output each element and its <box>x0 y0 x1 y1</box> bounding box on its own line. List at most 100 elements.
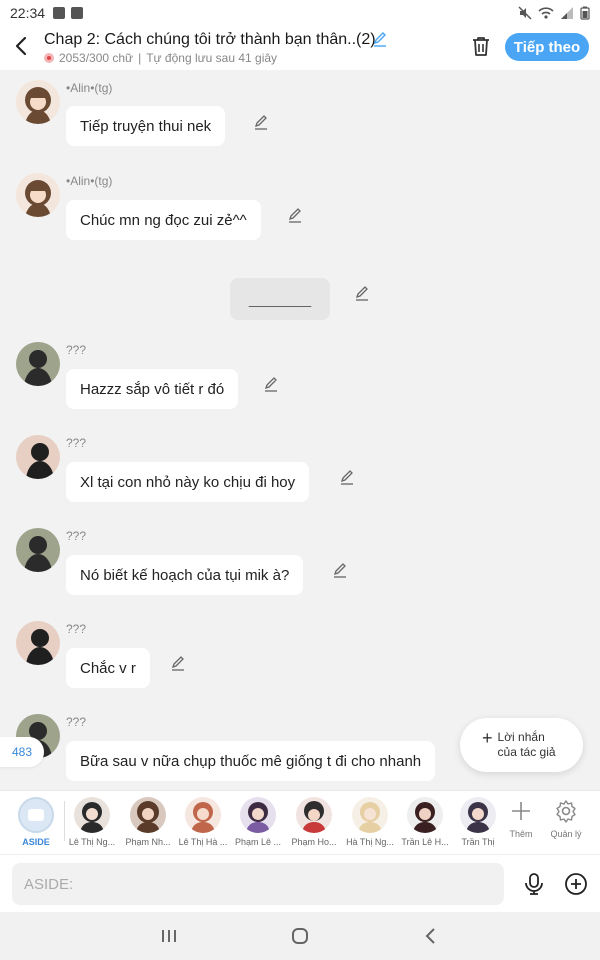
silhouette-avatar-icon <box>24 350 52 386</box>
character-avatar <box>240 797 276 833</box>
character-item[interactable]: Lê Thị Hà ... <box>175 797 231 847</box>
character-name: Phạm Nh... <box>125 837 171 847</box>
next-button[interactable]: Tiếp theo <box>505 33 589 61</box>
character-item[interactable]: Phạm Nh... <box>120 797 176 847</box>
character-name: Trần Thị <box>461 837 495 847</box>
character-picker: ASIDE Lê Thị Ng... Phạm Nh... Lê Thị Hà … <box>0 790 600 854</box>
girl-avatar-icon <box>25 180 51 217</box>
avatar[interactable] <box>16 342 60 386</box>
gear-icon <box>556 800 576 823</box>
battery-icon <box>580 6 590 20</box>
aside-icon <box>18 797 54 833</box>
pencil-icon[interactable] <box>354 285 370 301</box>
silhouette-avatar-icon <box>24 536 52 572</box>
author-note-line2: của tác giả <box>497 745 556 759</box>
autosave-status: Tự động lưu sau 41 giây <box>146 51 278 65</box>
sender-name: •Alin•(tg) <box>66 81 113 95</box>
trash-icon[interactable] <box>470 35 492 57</box>
sender-name: •Alin•(tg) <box>66 174 113 188</box>
sender-name: ??? <box>66 622 87 636</box>
silhouette-avatar-icon <box>26 629 54 665</box>
sender-name: ??? <box>66 529 87 543</box>
sender-name: ??? <box>66 343 87 357</box>
pencil-icon[interactable] <box>339 469 355 485</box>
status-bar: 22:34 <box>0 0 600 26</box>
pencil-icon[interactable] <box>253 114 269 130</box>
plus-icon: + <box>482 728 493 748</box>
author-note-line1: Lời nhắn <box>497 730 545 744</box>
manage-label: Quản lý <box>550 829 582 839</box>
message-count-badge[interactable]: 483 <box>0 737 44 767</box>
input-bar: ASIDE: <box>0 854 600 912</box>
pencil-icon[interactable] <box>332 562 348 578</box>
character-avatar <box>296 797 332 833</box>
microphone-icon[interactable] <box>522 872 546 896</box>
message-bubble[interactable]: Chắc v r <box>66 648 150 688</box>
chapter-title[interactable]: Chap 2: Cách chúng tôi trở thành bạn thâ… <box>44 31 376 49</box>
app-header: Chap 2: Cách chúng tôi trở thành bạn thâ… <box>0 26 600 70</box>
avatar[interactable] <box>16 173 60 217</box>
character-item[interactable]: Lê Thị Ng... <box>64 797 120 847</box>
manage-characters-button[interactable]: Quản lý <box>546 799 586 839</box>
back-arrow-icon[interactable] <box>10 34 34 58</box>
character-avatar <box>352 797 388 833</box>
character-item[interactable]: Phạm Ho... <box>286 797 342 847</box>
avatar[interactable] <box>16 80 60 124</box>
recent-apps-icon[interactable] <box>157 924 181 948</box>
signal-icon <box>561 7 573 19</box>
add-circle-icon[interactable] <box>564 872 588 896</box>
girl-avatar-icon <box>25 87 51 124</box>
character-aside[interactable]: ASIDE <box>8 797 64 847</box>
character-name: Trần Lê H... <box>401 837 449 847</box>
home-icon[interactable] <box>288 924 312 948</box>
character-item[interactable]: Trần Lê H... <box>397 797 453 847</box>
character-name: Hà Thị Ng... <box>346 837 394 847</box>
edit-title-icon[interactable] <box>372 31 388 47</box>
avatar[interactable] <box>16 435 60 479</box>
character-name: Phạm Ho... <box>291 837 337 847</box>
mute-icon <box>518 6 532 20</box>
pencil-icon[interactable] <box>287 207 303 223</box>
wifi-icon <box>538 7 554 19</box>
gallery-notification-icon <box>53 7 66 19</box>
app-notification-icon <box>71 7 84 19</box>
word-count: 2053/300 chữ <box>59 51 134 65</box>
message-bubble[interactable]: Tiếp truyện thui nek <box>66 106 226 146</box>
character-avatar <box>407 797 443 833</box>
record-dot-icon <box>44 53 54 63</box>
message-input[interactable]: ASIDE: <box>12 863 504 905</box>
message-bubble[interactable]: Bữa sau v nữa chụp thuốc mê giống t đi c… <box>66 741 436 781</box>
avatar[interactable] <box>16 528 60 572</box>
character-item[interactable]: Phạm Lê ... <box>230 797 286 847</box>
message-bubble[interactable]: Xl tại con nhỏ này ko chịu đi hoy <box>66 462 310 502</box>
message-bubble[interactable]: Hazzz sắp vô tiết r đó <box>66 369 239 409</box>
message-bubble[interactable]: Nó biết kế hoạch của tụi mik à? <box>66 555 304 595</box>
status-time: 22:34 <box>10 5 46 21</box>
narration-bubble[interactable]: ________ <box>230 278 330 320</box>
chat-area[interactable]: •Alin•(tg) Tiếp truyện thui nek •Alin•(t… <box>0 70 600 790</box>
chapter-meta: 2053/300 chữ | Tự động lưu sau 41 giây <box>44 51 277 65</box>
system-nav-bar <box>0 912 600 960</box>
message-bubble[interactable]: Chúc mn ng đọc zui zẻ^^ <box>66 200 261 240</box>
character-item[interactable]: Hà Thị Ng... <box>342 797 398 847</box>
author-note-button[interactable]: + Lời nhắn của tác giả <box>460 718 583 772</box>
character-avatar <box>130 797 166 833</box>
silhouette-avatar-icon <box>26 443 54 479</box>
sender-name: ??? <box>66 436 87 450</box>
add-label: Thêm <box>509 829 533 839</box>
character-name: Lê Thị Ng... <box>68 837 116 847</box>
pencil-icon[interactable] <box>170 655 186 671</box>
pencil-icon[interactable] <box>263 376 279 392</box>
character-avatar <box>460 797 496 833</box>
sender-name: ??? <box>66 715 87 729</box>
character-avatar <box>74 797 110 833</box>
meta-separator: | <box>138 51 142 65</box>
add-character-button[interactable]: Thêm <box>501 799 541 839</box>
character-name: Phạm Lê ... <box>234 837 282 847</box>
plus-icon <box>512 802 530 820</box>
avatar[interactable] <box>16 621 60 665</box>
back-nav-icon[interactable] <box>419 924 443 948</box>
character-avatar <box>185 797 221 833</box>
character-item[interactable]: Trần Thị <box>450 797 506 847</box>
character-name: Lê Thị Hà ... <box>178 837 228 847</box>
